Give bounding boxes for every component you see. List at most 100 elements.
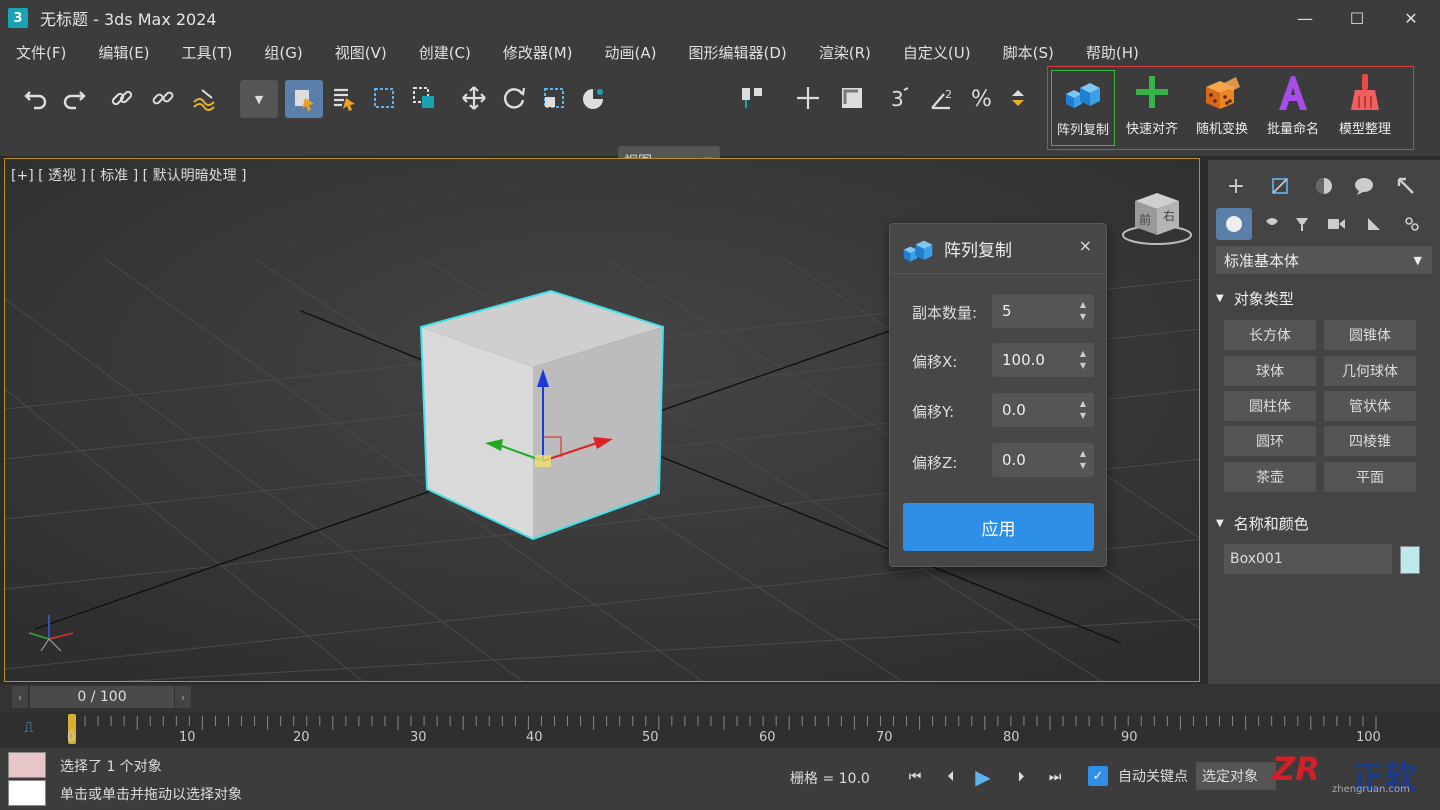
- plugin-quick-align-button[interactable]: 快速对齐: [1120, 70, 1184, 146]
- hierarchy-tab-icon[interactable]: [1306, 172, 1342, 200]
- menu-modifiers[interactable]: 修改器(M): [493, 42, 583, 63]
- offset-x-spinner[interactable]: 100.0 ▲ ▼: [992, 343, 1094, 377]
- select-by-name-icon[interactable]: [326, 80, 362, 116]
- bind-space-warp-icon[interactable]: [186, 80, 222, 116]
- create-box-button[interactable]: 长方体: [1224, 320, 1316, 350]
- apply-button[interactable]: 应用: [903, 503, 1094, 551]
- menu-scripting[interactable]: 脚本(S): [993, 42, 1064, 63]
- offset-y-value: 0.0: [1002, 401, 1026, 419]
- plugin-random-transform-button[interactable]: 随机变换: [1190, 70, 1254, 146]
- geometry-category-icon[interactable]: [1216, 208, 1252, 240]
- redo-icon[interactable]: [56, 80, 92, 116]
- create-teapot-button[interactable]: 茶壶: [1224, 462, 1316, 492]
- create-torus-button[interactable]: 圆环: [1224, 426, 1316, 456]
- viewcube-right-face[interactable]: 右: [1163, 207, 1175, 224]
- menu-customize[interactable]: 自定义(U): [893, 42, 981, 63]
- time-slider-prev-icon[interactable]: ‹: [12, 686, 28, 708]
- motion-tab-icon[interactable]: [1346, 172, 1382, 200]
- scale-icon[interactable]: [536, 80, 572, 116]
- name-color-rollout-header[interactable]: ▼ 名称和颜色: [1216, 513, 1309, 534]
- object-color-swatch[interactable]: [1400, 546, 1420, 574]
- time-slider[interactable]: 0 / 100: [30, 686, 174, 708]
- viewcube[interactable]: 前 右: [1117, 187, 1195, 249]
- object-type-rollout-header[interactable]: ▼ 对象类型: [1216, 288, 1294, 309]
- plugin-model-cleanup-button[interactable]: 模型整理: [1333, 70, 1397, 146]
- move-icon[interactable]: [456, 80, 492, 116]
- rotate-icon[interactable]: [496, 80, 532, 116]
- viewcube-front-face[interactable]: 前: [1139, 211, 1151, 228]
- offset-z-spinner[interactable]: 0.0 ▲ ▼: [992, 443, 1094, 477]
- plugin-model-cleanup-label: 模型整理: [1338, 122, 1391, 137]
- play-icon[interactable]: ▶: [972, 765, 994, 789]
- track-bar[interactable]: ⎍ 0 10 20 30 40 50 60 70 80 90 100: [0, 712, 1440, 748]
- keyboard-shortcut-override-icon[interactable]: [834, 80, 870, 116]
- spinner-arrows-icon[interactable]: ▲ ▼: [1080, 448, 1086, 472]
- maxscript-input-box[interactable]: [8, 780, 46, 806]
- percent-snap-icon[interactable]: %: [964, 80, 1000, 116]
- menu-graph-editors[interactable]: 图形编辑器(D): [679, 42, 797, 63]
- auto-key-checkbox[interactable]: ✓: [1088, 766, 1108, 786]
- menu-create[interactable]: 创建(C): [409, 42, 481, 63]
- helpers-category-icon[interactable]: [1356, 210, 1392, 238]
- selection-filter-dropdown[interactable]: ▼: [240, 80, 278, 118]
- link-icon[interactable]: [104, 80, 140, 116]
- create-geosphere-button[interactable]: 几何球体: [1324, 356, 1416, 386]
- maximize-button[interactable]: ☐: [1332, 0, 1382, 36]
- object-name-field[interactable]: Box001: [1224, 544, 1392, 574]
- previous-frame-icon[interactable]: ⏴: [940, 766, 962, 788]
- menu-group[interactable]: 组(G): [254, 42, 312, 63]
- maxscript-listener-box[interactable]: [8, 752, 46, 778]
- systems-category-icon[interactable]: [1394, 210, 1430, 238]
- modify-tab-icon[interactable]: [1262, 172, 1298, 200]
- create-plane-button[interactable]: 平面: [1324, 462, 1416, 492]
- selection-set-dropdown[interactable]: 选定对象: [1196, 762, 1276, 790]
- angle-snap-icon[interactable]: 2: [924, 80, 960, 116]
- copies-spinner[interactable]: 5 ▲ ▼: [992, 294, 1094, 328]
- utilities-tab-icon[interactable]: [1388, 172, 1424, 200]
- plugin-batch-rename-button[interactable]: 批量命名: [1261, 70, 1325, 146]
- time-slider-next-icon[interactable]: ›: [175, 686, 191, 708]
- primitive-type-dropdown[interactable]: 标准基本体 ▼: [1216, 246, 1432, 274]
- dialog-title: 阵列复制: [944, 241, 1012, 261]
- menu-tools[interactable]: 工具(T): [172, 42, 243, 63]
- create-cylinder-button[interactable]: 圆柱体: [1224, 391, 1316, 421]
- create-pyramid-button[interactable]: 四棱锥: [1324, 426, 1416, 456]
- create-sphere-button[interactable]: 球体: [1224, 356, 1316, 386]
- minimize-button[interactable]: —: [1280, 0, 1330, 36]
- array-copy-dialog: 阵列复制 × 副本数量: 5 ▲ ▼ 偏移X: 100.0 ▲ ▼ 偏移Y: 0.0 ▲ ▼…: [889, 223, 1107, 567]
- lights-category-icon[interactable]: [1284, 210, 1320, 238]
- menu-edit[interactable]: 编辑(E): [88, 42, 159, 63]
- snaps-toggle-icon[interactable]: 3: [882, 80, 918, 116]
- spinner-arrows-icon[interactable]: ▲ ▼: [1080, 299, 1086, 323]
- unlink-icon[interactable]: [145, 80, 181, 116]
- tick-label: 50: [642, 730, 659, 745]
- menu-views[interactable]: 视图(V): [325, 42, 397, 63]
- placement-icon[interactable]: [576, 80, 612, 116]
- menu-file[interactable]: 文件(F): [6, 42, 76, 63]
- cameras-category-icon[interactable]: [1318, 210, 1354, 238]
- spinner-arrows-icon[interactable]: ▲ ▼: [1080, 398, 1086, 422]
- next-frame-icon[interactable]: ⏵: [1010, 766, 1032, 788]
- create-cone-button[interactable]: 圆锥体: [1324, 320, 1416, 350]
- menu-animation[interactable]: 动画(A): [595, 42, 667, 63]
- pivot-center-icon[interactable]: [734, 80, 770, 116]
- menu-rendering[interactable]: 渲染(R): [809, 42, 881, 63]
- plugin-random-transform-label: 随机变换: [1195, 122, 1248, 137]
- undo-icon[interactable]: [18, 80, 54, 116]
- go-to-start-icon[interactable]: ⏮: [904, 766, 926, 788]
- close-button[interactable]: ✕: [1386, 0, 1436, 36]
- plugin-array-copy-button[interactable]: 阵列复制: [1051, 70, 1115, 146]
- viewport-label[interactable]: [+] [ 透视 ] [ 标准 ] [ 默认明暗处理 ]: [11, 165, 246, 185]
- go-to-end-icon[interactable]: ⏭: [1044, 766, 1066, 788]
- select-object-icon[interactable]: [285, 80, 323, 118]
- create-tube-button[interactable]: 管状体: [1324, 391, 1416, 421]
- select-and-manipulate-icon[interactable]: [790, 80, 826, 116]
- offset-y-spinner[interactable]: 0.0 ▲ ▼: [992, 393, 1094, 427]
- menu-help[interactable]: 帮助(H): [1076, 42, 1149, 63]
- create-tab-icon[interactable]: +: [1218, 172, 1254, 200]
- spinner-snap-icon[interactable]: [1002, 80, 1038, 116]
- rectangular-region-icon[interactable]: [366, 80, 402, 116]
- spinner-arrows-icon[interactable]: ▲ ▼: [1080, 348, 1086, 372]
- dialog-close-icon[interactable]: ×: [1079, 236, 1092, 255]
- window-crossing-icon[interactable]: [406, 80, 442, 116]
